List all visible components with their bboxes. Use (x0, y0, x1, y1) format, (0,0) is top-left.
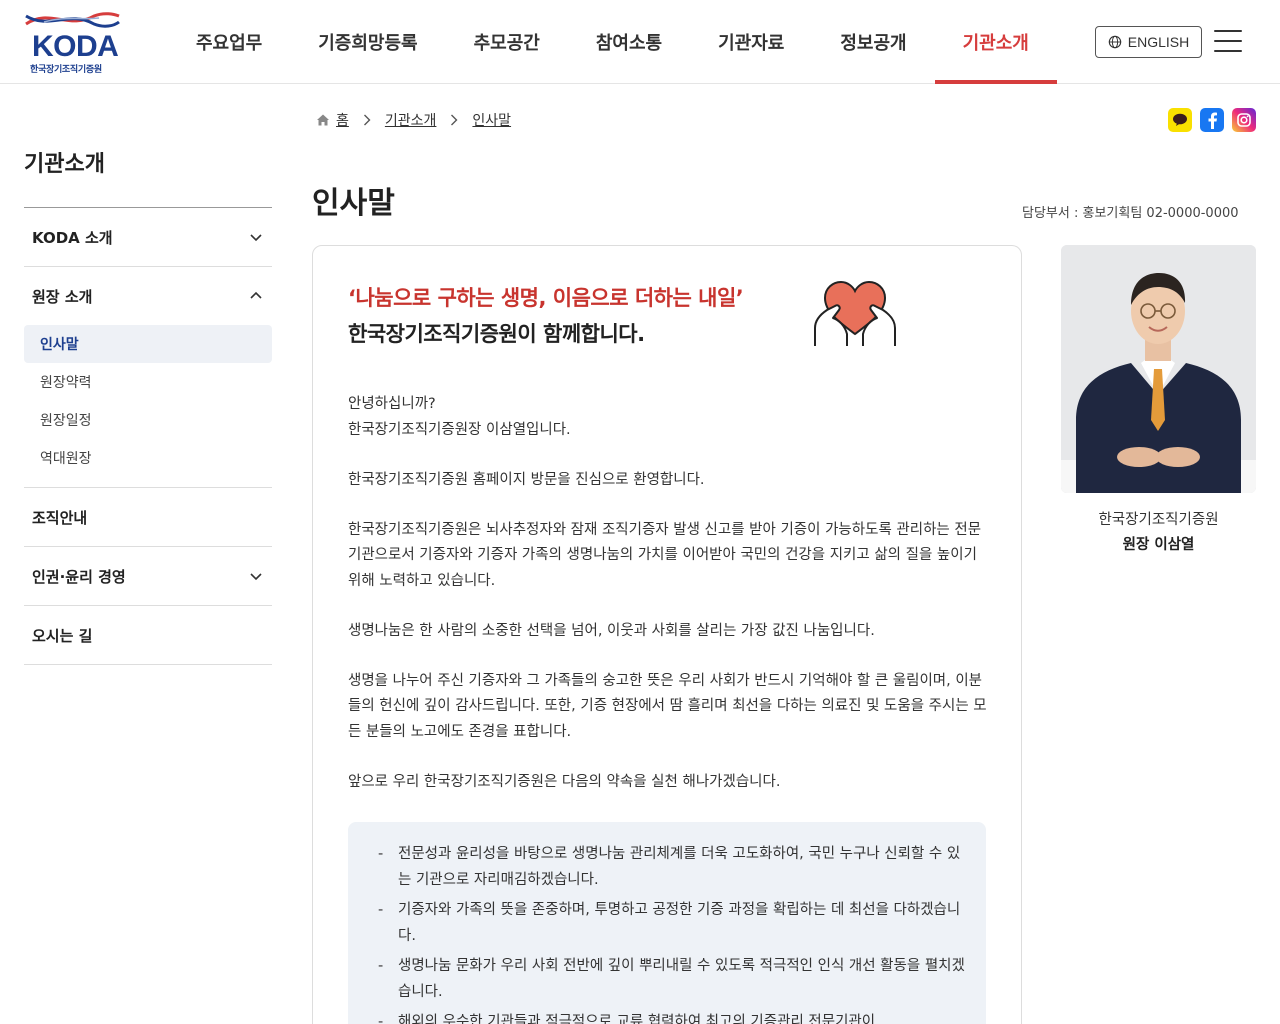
sns-links (1168, 108, 1256, 132)
caption-name: 원장 이삼열 (1122, 537, 1195, 553)
sidebar-group-label: 조직안내 (32, 508, 88, 527)
paragraph: 생명을 나누어 주신 기증자와 그 가족들의 숭고한 뜻은 우리 사회가 반드시… (348, 672, 987, 740)
paragraph: 앞으로 우리 한국장기조직기증원은 다음의 약속을 실천 해나가겠습니다. (348, 773, 781, 790)
promise-text: 기증자와 가족의 뜻을 존중하며, 투명하고 공정한 기증 과정을 확립하는 데… (398, 902, 961, 944)
paragraph: 한국장기조직기증원은 뇌사추정자와 잠재 조직기증자 발생 신고를 받아 기증이… (348, 521, 982, 589)
gnb-item[interactable]: 기관소개 (934, 0, 1058, 84)
greeting-line-2: 한국장기조직기증원장 이삼열입니다. (348, 421, 571, 438)
director-photo (1061, 245, 1256, 493)
promise-text: 생명나눔 문화가 우리 사회 전반에 깊이 뿌리내릴 수 있도록 적극적인 인식… (398, 958, 965, 1000)
chevron-right-icon (451, 114, 458, 126)
gnb-item[interactable]: 참여소통 (568, 0, 690, 84)
sidebar-group-header[interactable]: KODA 소개 (24, 208, 272, 266)
breadcrumb-current[interactable]: 인사말 (472, 110, 511, 130)
breadcrumb-home[interactable]: 홈 (336, 110, 349, 130)
global-nav: 주요업무 기증희망등록 추모공간 참여소통 기관자료 정보공개 기관소개 (168, 0, 1058, 84)
breadcrumb-section[interactable]: 기관소개 (385, 110, 437, 130)
heart-hands-icon (814, 280, 896, 346)
greeting-quote: ‘나눔으로 구하는 생명, 이음으로 더하는 내일’ (348, 286, 744, 310)
gnb-item[interactable]: 추모공간 (446, 0, 568, 84)
promise-item: - 생명나눔 문화가 우리 사회 전반에 깊이 뿌리내릴 수 있도록 적극적인 인… (378, 954, 966, 1005)
paragraph: 생명나눔은 한 사람의 소중한 선택을 넘어, 이웃과 사회를 살리는 가장 값… (348, 622, 875, 639)
logo-swoosh-icon (25, 12, 120, 28)
sidebar-group: KODA 소개 (24, 208, 272, 267)
promise-box: - 전문성과 윤리성을 바탕으로 생명나눔 관리체계를 더욱 고도화하여, 국민 … (348, 822, 986, 1024)
chevron-down-icon (250, 573, 262, 581)
site-header: KODA 한국장기조직기증원 주요업무 기증희망등록 추모공간 참여소통 기관자료 정보공… (0, 0, 1280, 84)
gnb-item[interactable]: 주요업무 (168, 0, 290, 84)
sidebar-group-label: 인권·윤리 경영 (32, 567, 126, 586)
instagram-icon[interactable] (1232, 108, 1256, 132)
sidebar-subitem[interactable]: 인사말 (24, 325, 272, 363)
greeting-card: ‘나눔으로 구하는 생명, 이음으로 더하는 내일’ 한국장기조직기증원이 함께… (312, 245, 1022, 1024)
sidebar-submenu: 인사말 원장약력 원장일정 역대원장 (24, 325, 272, 487)
photo-caption: 한국장기조직기증원 원장 이삼열 (1061, 508, 1256, 558)
caption-org: 한국장기조직기증원 (1098, 512, 1219, 528)
greeting-body: 안녕하십니까? 한국장기조직기증원장 이삼열입니다. 한국장기조직기증원 홈페이… (348, 392, 988, 820)
sidebar-group-header[interactable]: 조직안내 (24, 488, 272, 546)
sidebar-group: 오시는 길 (24, 606, 272, 665)
greeting-line-1: 안녕하십니까? (348, 396, 436, 412)
logo-text: KODA (32, 30, 119, 63)
chevron-down-icon (250, 234, 262, 242)
english-label: ENGLISH (1127, 34, 1190, 50)
sidebar-group-header[interactable]: 원장 소개 (24, 267, 272, 325)
facebook-icon[interactable] (1200, 108, 1224, 132)
breadcrumb: 홈 기관소개 인사말 (316, 110, 511, 130)
promise-text: 해외의 우수한 기관들과 적극적으로 교류 협력하여 최고의 기증관리 전문기관… (398, 1014, 876, 1024)
sidebar-title: 기관소개 (24, 146, 272, 208)
sidebar-group: 원장 소개인사말 원장약력 원장일정 역대원장 (24, 267, 272, 488)
promise-text: 전문성과 윤리성을 바탕으로 생명나눔 관리체계를 더욱 고도화하여, 국민 누… (398, 846, 961, 888)
gnb-item[interactable]: 기증희망등록 (290, 0, 445, 84)
english-button[interactable]: ENGLISH (1095, 26, 1202, 58)
paragraph: 한국장기조직기증원 홈페이지 방문을 진심으로 환영합니다. (348, 471, 705, 488)
promise-item: - 해외의 우수한 기관들과 적극적으로 교류 협력하여 최고의 기증관리 전문기… (378, 1010, 966, 1024)
chevron-right-icon (363, 114, 371, 126)
greeting-intro: 안녕하십니까? 한국장기조직기증원장 이삼열입니다. (348, 392, 988, 443)
sidebar-subitem[interactable]: 원장일정 (24, 401, 272, 439)
koda-logo[interactable]: KODA 한국장기조직기증원 (24, 10, 124, 75)
department-info: 담당부서 : 홍보기획팀 02-0000-0000 (1022, 206, 1239, 221)
sidebar-group: 인권·윤리 경영 (24, 547, 272, 606)
sidebar-group-label: 오시는 길 (32, 626, 93, 645)
sidebar-group-header[interactable]: 인권·윤리 경영 (24, 547, 272, 605)
globe-icon (1108, 35, 1122, 49)
promise-item: - 기증자와 가족의 뜻을 존중하며, 투명하고 공정한 기증 과정을 확립하는 … (378, 898, 966, 949)
logo-subtext: 한국장기조직기증원 (30, 65, 102, 75)
sidebar-group-label: 원장 소개 (32, 287, 93, 306)
hamburger-menu-icon[interactable] (1214, 30, 1242, 54)
sidebar-subitem[interactable]: 역대원장 (24, 439, 272, 477)
chevron-up-icon (250, 291, 262, 299)
gnb-item[interactable]: 정보공개 (812, 0, 934, 84)
page-title: 인사말 (312, 186, 395, 221)
sidebar-group-label: KODA 소개 (32, 228, 113, 247)
kakao-icon[interactable] (1168, 108, 1192, 132)
local-nav: 기관소개 KODA 소개원장 소개인사말 원장약력 원장일정 역대원장조직안내인권·윤… (24, 120, 272, 665)
sidebar-group: 조직안내 (24, 488, 272, 547)
home-icon (317, 114, 329, 126)
gnb-item[interactable]: 기관자료 (690, 0, 812, 84)
promise-item: - 전문성과 윤리성을 바탕으로 생명나눔 관리체계를 더욱 고도화하여, 국민 … (378, 842, 966, 893)
greeting-headline: 한국장기조직기증원이 함께합니다. (348, 322, 645, 346)
sidebar-group-header[interactable]: 오시는 길 (24, 606, 272, 664)
sidebar-subitem[interactable]: 원장약력 (24, 363, 272, 401)
